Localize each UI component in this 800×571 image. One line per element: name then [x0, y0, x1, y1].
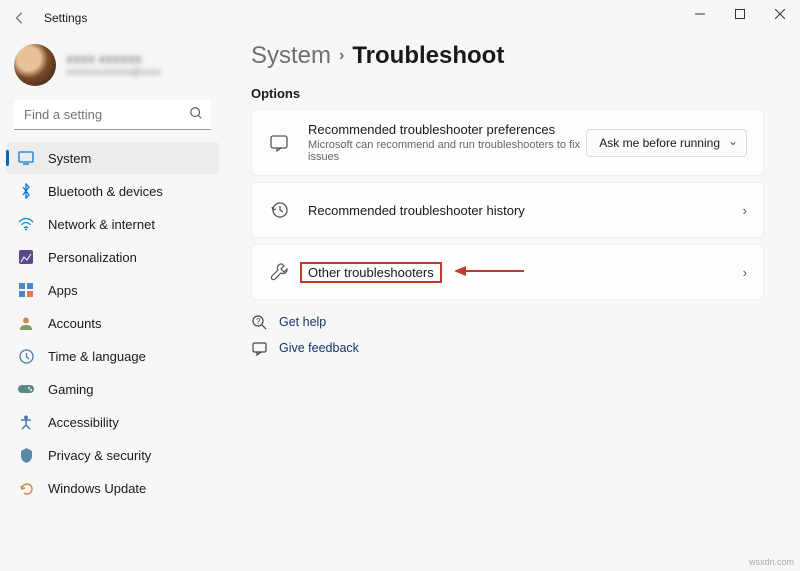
main-content: System › Troubleshoot Options Recommende… [225, 36, 800, 571]
sidebar-item-gaming[interactable]: Gaming [6, 373, 219, 405]
card-history[interactable]: Recommended troubleshooter history › [251, 182, 764, 238]
system-icon [18, 150, 34, 166]
user-name: xxxx xxxxxx [66, 51, 161, 67]
card-title: Other troubleshooters [308, 265, 434, 280]
user-profile[interactable]: xxxx xxxxxx xxxxxxxxxxxxx@xxxx [6, 40, 219, 100]
accounts-icon [18, 315, 34, 331]
sidebar-item-apps[interactable]: Apps [6, 274, 219, 306]
gaming-icon [18, 381, 34, 397]
section-heading: Options [251, 86, 764, 101]
network-icon [18, 216, 34, 232]
chevron-right-icon: › [339, 47, 344, 65]
search-icon [189, 106, 203, 123]
time-icon [18, 348, 34, 364]
card-subtitle: Microsoft can recommend and run troubles… [308, 139, 586, 163]
preferences-dropdown[interactable]: Ask me before running [586, 129, 747, 157]
sidebar-item-accessibility[interactable]: Accessibility [6, 406, 219, 438]
card-title: Recommended troubleshooter preferences [308, 122, 586, 137]
personalization-icon [18, 249, 34, 265]
give-feedback-link[interactable]: Give feedback [251, 340, 764, 356]
back-button[interactable] [8, 6, 32, 30]
sidebar-item-personalization[interactable]: Personalization [6, 241, 219, 273]
chat-icon [268, 132, 290, 154]
history-icon [268, 199, 290, 221]
watermark: wsxdn.com [749, 557, 794, 567]
window-title: Settings [44, 11, 87, 25]
card-recommended-preferences[interactable]: Recommended troubleshooter preferences M… [251, 109, 764, 176]
maximize-button[interactable] [720, 0, 760, 28]
minimize-button[interactable] [680, 0, 720, 28]
avatar [14, 44, 56, 86]
bluetooth-icon [18, 183, 34, 199]
breadcrumb-parent[interactable]: System [251, 42, 331, 70]
sidebar-item-accounts[interactable]: Accounts [6, 307, 219, 339]
breadcrumb-current: Troubleshoot [352, 42, 504, 70]
sidebar: xxxx xxxxxx xxxxxxxxxxxxx@xxxx System Bl… [0, 36, 225, 571]
wrench-icon [268, 261, 290, 283]
sidebar-item-bluetooth[interactable]: Bluetooth & devices [6, 175, 219, 207]
breadcrumb: System › Troubleshoot [251, 42, 764, 70]
nav-list: System Bluetooth & devices Network & int… [6, 142, 219, 504]
close-button[interactable] [760, 0, 800, 28]
apps-icon [18, 282, 34, 298]
search-box[interactable] [14, 100, 211, 130]
help-icon: ? [251, 314, 267, 330]
sidebar-item-update[interactable]: Windows Update [6, 472, 219, 504]
arrow-annotation [454, 264, 524, 281]
privacy-icon [18, 447, 34, 463]
svg-text:?: ? [256, 317, 261, 326]
feedback-icon [251, 340, 267, 356]
highlight-annotation: Other troubleshooters [300, 262, 442, 283]
sidebar-item-time[interactable]: Time & language [6, 340, 219, 372]
card-other-troubleshooters[interactable]: Other troubleshooters › [251, 244, 764, 300]
card-title: Recommended troubleshooter history [308, 203, 733, 218]
sidebar-item-network[interactable]: Network & internet [6, 208, 219, 240]
get-help-link[interactable]: ? Get help [251, 314, 764, 330]
sidebar-item-privacy[interactable]: Privacy & security [6, 439, 219, 471]
sidebar-item-system[interactable]: System [6, 142, 219, 174]
chevron-right-icon: › [733, 265, 747, 280]
accessibility-icon [18, 414, 34, 430]
chevron-right-icon: › [733, 203, 747, 218]
user-email: xxxxxxxxxxxxx@xxxx [66, 67, 161, 79]
update-icon [18, 480, 34, 496]
search-input[interactable] [14, 100, 211, 130]
